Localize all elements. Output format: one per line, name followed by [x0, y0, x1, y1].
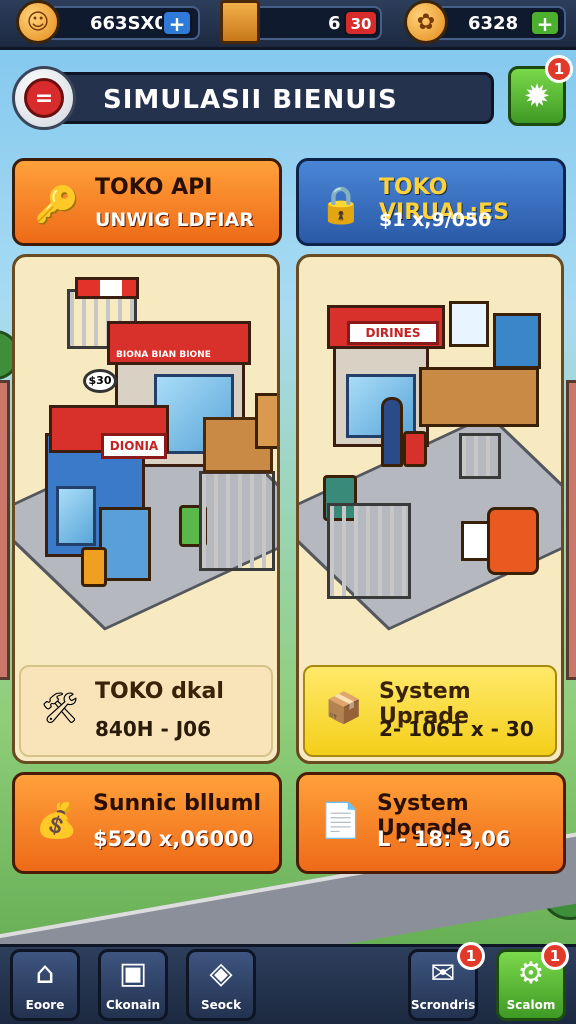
tab-title: TOKO API	[95, 175, 213, 200]
store-info-card: 📦 System Uprade 2- 1061 x - 30	[303, 665, 557, 757]
kiosk-sign: DIONIA	[101, 433, 167, 459]
stacked-boxes	[255, 393, 277, 449]
tab-toko-api[interactable]: 🔑 TOKO API UNWIG LDFIAR	[12, 158, 282, 246]
title-bar: SIMULASII BIENUIS	[42, 72, 494, 124]
red-machine-icon	[487, 507, 539, 575]
nav-label: Eoore	[25, 998, 65, 1012]
page-title: SIMULASII BIENUIS	[103, 85, 398, 115]
settings-gear-button[interactable]: ✹ 1	[508, 55, 573, 126]
shopkeeper-figure	[381, 397, 403, 467]
store-panel-physical[interactable]: BIONA BIAN BIONE $30 DIONIA 🛠 TOKO dkal …	[12, 254, 280, 764]
info-value: 2- 1061 x - 30	[379, 717, 534, 741]
store-awning: BIONA BIAN BIONE	[107, 321, 251, 365]
home-icon: ⌂	[35, 956, 55, 991]
background-building	[566, 380, 576, 680]
nav-label: Seock	[200, 998, 242, 1012]
store-info-card: 🛠 TOKO dkal 840H - J06	[19, 665, 273, 757]
crates-value: 6	[328, 13, 341, 34]
notification-badge: 1	[545, 55, 573, 83]
nav-label: Scalom	[506, 998, 556, 1012]
gold-value: 6328	[468, 13, 519, 34]
info-value: 840H - J06	[95, 717, 211, 741]
document-icon: 📄	[319, 801, 363, 841]
store-icon: ▣	[118, 956, 148, 991]
smiley-coin-icon: ☺	[16, 0, 60, 44]
money-bag-icon: 💰	[35, 801, 79, 841]
cart-awning	[75, 277, 139, 299]
cube-icon: ◈	[209, 956, 233, 991]
kiosk-door	[56, 486, 96, 546]
background-building	[0, 380, 10, 680]
display-shelf	[327, 503, 411, 599]
key-icon: 🔑	[34, 185, 80, 226]
add-gold-button[interactable]: +	[530, 10, 560, 36]
nav-stock-button[interactable]: ◈ Seock	[186, 949, 256, 1021]
red-bin	[403, 431, 427, 467]
tab-toko-virtual[interactable]: 🔒 TOKO VIRUAL:ES $1 x,9/050	[296, 158, 566, 246]
game-title-header: SIMULASII BIENUIS =	[12, 66, 494, 130]
crate-icon	[220, 0, 260, 44]
shopping-basket-icon	[459, 433, 501, 479]
coins-value: 663SX0	[90, 13, 167, 34]
gold-coin-icon: ✿	[404, 0, 448, 44]
minus-icon: =	[24, 78, 64, 118]
bottom-navigation: ⌂ Eoore ▣ Ckonain ◈ Seock ✉ Scrondris 1 …	[0, 942, 576, 1024]
nav-label: Scrondris	[411, 998, 476, 1012]
coins-counter: 663SX0 +	[40, 6, 200, 40]
action-card-right[interactable]: 📄 System Upgade L - 18: 3,06	[296, 772, 566, 874]
store-sign: DIRINES	[347, 321, 439, 345]
info-title: TOKO dkal	[95, 679, 224, 704]
nav-shop-button[interactable]: ▣ Ckonain	[98, 949, 168, 1021]
store-panel-virtual[interactable]: DIRINES 📦 System Uprade 2- 1061 x - 30	[296, 254, 564, 764]
tools-icon: 🛠	[40, 690, 80, 726]
nav-label: Ckonain	[105, 998, 160, 1012]
nav-stats-button[interactable]: ✉ Scrondris 1	[408, 942, 485, 1021]
gold-counter: 6328 +	[428, 6, 566, 40]
produce-shelf	[199, 471, 275, 571]
nav-settings-button[interactable]: ⚙ Scalom 1	[496, 942, 569, 1021]
action-title: Sunnic blluml	[93, 791, 262, 816]
top-resource-bar: 663SX0 + ☺ 6 30 6328 + ✿	[0, 0, 576, 50]
crates-badge[interactable]: 30	[344, 10, 378, 36]
treasure-box-icon: 📦	[325, 690, 363, 726]
brand-logo[interactable]: =	[12, 66, 76, 130]
monitor-screen	[493, 313, 541, 369]
awning-text: BIONA BIAN BIONE	[116, 350, 211, 360]
gear-icon: ✹	[523, 77, 551, 115]
office-desk	[419, 367, 539, 427]
trash-bin	[81, 547, 107, 587]
padlock-icon: 🔒	[318, 185, 364, 226]
add-coins-button[interactable]: +	[162, 10, 192, 36]
notification-badge: 1	[541, 942, 569, 970]
action-value: $520 x,06000	[93, 827, 254, 851]
action-card-left[interactable]: 💰 Sunnic blluml $520 x,06000	[12, 772, 282, 874]
nav-home-button[interactable]: ⌂ Eoore	[10, 949, 80, 1021]
tab-subtitle: UNWIG LDFIAR	[95, 209, 254, 231]
notification-badge: 1	[457, 942, 485, 970]
monitor-screen	[449, 301, 489, 347]
tab-subtitle: $1 x,9/050	[379, 209, 492, 231]
price-tag: $30	[83, 369, 117, 393]
action-value: L - 18: 3,06	[377, 827, 511, 851]
